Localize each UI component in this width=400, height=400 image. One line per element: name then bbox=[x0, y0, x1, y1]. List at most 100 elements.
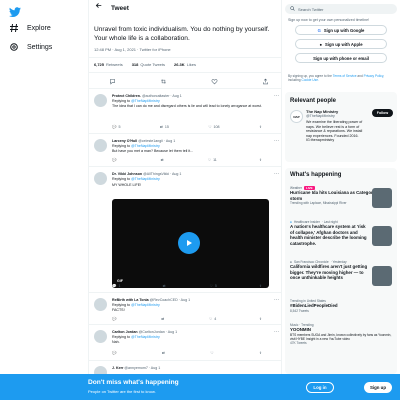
reply-action[interactable]: 💬 bbox=[112, 158, 118, 162]
author-name[interactable]: Larceny O'Hull bbox=[112, 139, 137, 143]
trend-item[interactable]: ● Healthcare Insider · Last night A nation… bbox=[290, 220, 392, 246]
reply-action[interactable]: 💬 bbox=[112, 351, 118, 355]
retweet-action[interactable]: ⇄ bbox=[162, 351, 167, 355]
reply-text: Nah. bbox=[112, 340, 120, 344]
like-action[interactable]: ♡ 5 bbox=[210, 284, 217, 288]
like-action[interactable]: ♡ bbox=[210, 351, 215, 355]
share-action[interactable]: ⇪ bbox=[259, 351, 262, 355]
retweet-icon: ⇄ bbox=[160, 158, 164, 162]
relevant-people-title: Relevant people bbox=[290, 98, 337, 104]
author-name[interactable]: Protect Children. bbox=[112, 94, 141, 98]
cookie-link[interactable]: Cookie Use. bbox=[301, 78, 318, 82]
terms-and: and bbox=[357, 74, 363, 78]
like-icon: ♡ bbox=[209, 284, 213, 288]
author-name[interactable]: ReBirth with La Tonia bbox=[112, 298, 149, 302]
login-button[interactable]: Log in bbox=[306, 382, 334, 393]
reply-tweet[interactable]: Dr. Vikki Johnson @AllThingsVikki · Aug … bbox=[89, 166, 281, 292]
gif-media[interactable]: GIF bbox=[112, 199, 269, 288]
author-handle: @CarltonJordan · Aug 1 bbox=[138, 330, 178, 334]
reply-tweet[interactable]: Protect Children. @authorcaltaster · Aug… bbox=[89, 88, 281, 133]
retweet-icon[interactable] bbox=[160, 78, 167, 87]
privacy-link[interactable]: Privacy Policy bbox=[364, 74, 384, 78]
terms-link[interactable]: Terms of Service bbox=[333, 74, 357, 78]
retweet-action[interactable]: ⇄ bbox=[163, 284, 168, 288]
share-action[interactable]: ⇪ bbox=[259, 158, 262, 162]
share-action[interactable]: ⇪ bbox=[259, 125, 262, 129]
replying-to-prefix: Replying to bbox=[112, 303, 130, 307]
reply-icon: 💬 bbox=[112, 284, 117, 288]
replying-to-link[interactable]: @TheNapMinistry bbox=[131, 99, 160, 103]
replying-to-prefix: Replying to bbox=[112, 177, 130, 181]
play-icon[interactable] bbox=[178, 232, 200, 254]
reply-actions: 💬 1 ⇄ ♡ 5 ⇪ bbox=[112, 284, 262, 288]
reply-header: J. Kerr @annyemom7 · Aug 1 bbox=[112, 366, 160, 370]
avatar[interactable] bbox=[94, 94, 107, 107]
reply-tweet[interactable]: Larceny O'Hull @celeste1angii · Aug 1 ··… bbox=[89, 133, 281, 166]
replying-to-link[interactable]: @TheNapMinistry bbox=[131, 144, 160, 148]
share-icon: ⇪ bbox=[258, 317, 262, 321]
likes-count: 26.3K bbox=[174, 62, 185, 67]
author-handle: @AllThingsVikki · Aug 1 bbox=[143, 172, 182, 176]
author-name[interactable]: J. Kerr bbox=[112, 366, 123, 370]
avatar[interactable] bbox=[94, 298, 107, 311]
twitter-logo-icon[interactable] bbox=[9, 5, 21, 17]
follow-button[interactable]: Follow bbox=[372, 109, 393, 117]
trend-sub: 8,542 Tweets bbox=[290, 308, 309, 313]
share-icon: ⇪ bbox=[258, 158, 262, 162]
quotes-stat[interactable]: 318 Quote Tweets bbox=[132, 62, 165, 67]
avatar[interactable]: NAP bbox=[290, 110, 303, 123]
reply-text: MY WHOLE LIFE! bbox=[112, 183, 142, 187]
phone-signup-label: Sign up with phone or email bbox=[313, 55, 369, 61]
trend-thumbnail bbox=[372, 266, 392, 286]
retweets-stat[interactable]: 6,725 Retweets bbox=[94, 62, 123, 67]
retweet-icon: ⇄ bbox=[162, 284, 166, 288]
page-header: Tweet bbox=[89, 0, 281, 20]
share-icon[interactable] bbox=[262, 78, 269, 87]
phone-signup-button[interactable]: Sign up with phone or email bbox=[295, 53, 387, 63]
likes-stat[interactable]: 26.3K Likes bbox=[174, 62, 196, 67]
reply-header: ReBirth with La Tonia @RevCoachCED · Aug… bbox=[112, 298, 190, 302]
trend-item[interactable]: ● San Francisco Chronicle · Yesterday Cali… bbox=[290, 260, 392, 286]
retweet-icon: ⇄ bbox=[159, 125, 163, 129]
nav-explore[interactable]: Explore bbox=[9, 21, 51, 35]
replying-to-link[interactable]: @TheNapMinistry bbox=[131, 177, 160, 181]
like-action[interactable]: ♡ 4 bbox=[209, 317, 216, 321]
reply-header: Carlton Jordan @CarltonJordan · Aug 1 bbox=[112, 330, 177, 334]
apple-signup-button[interactable]: ● Sign up with Apple bbox=[295, 39, 387, 49]
reply-tweet[interactable]: Carlton Jordan @CarltonJordan · Aug 1 ··… bbox=[89, 324, 281, 360]
reply-action[interactable]: 💬 bbox=[112, 317, 118, 321]
trend-item[interactable]: Music · Trending YOONMIN BTS members SUG… bbox=[290, 323, 392, 345]
reply-tweet[interactable]: ReBirth with La Tonia @RevCoachCED · Aug… bbox=[89, 292, 281, 324]
share-icon: ⇪ bbox=[258, 284, 262, 288]
retweet-icon: ⇄ bbox=[161, 317, 165, 321]
share-icon: ⇪ bbox=[258, 125, 262, 129]
share-action[interactable]: ⇪ bbox=[259, 284, 262, 288]
avatar[interactable] bbox=[94, 139, 107, 152]
author-name[interactable]: Carlton Jordan bbox=[112, 330, 138, 334]
retweet-action[interactable]: ⇄ bbox=[161, 317, 166, 321]
avatar[interactable] bbox=[94, 172, 107, 185]
bottom-bar-subtitle: People on Twitter are the first to know. bbox=[88, 389, 156, 394]
reply-action[interactable]: 💬 1 bbox=[112, 284, 120, 288]
trend-item[interactable]: Weather LIVE Hurricane Ida hits Louisiana… bbox=[290, 186, 392, 208]
like-action[interactable]: ♡ 108 bbox=[208, 125, 219, 129]
replying-to-link[interactable]: @TheNapMinistry bbox=[131, 335, 160, 339]
share-action[interactable]: ⇪ bbox=[259, 317, 262, 321]
trend-item[interactable]: Trending in United States #BidenLiedPeop… bbox=[290, 299, 392, 313]
back-arrow-icon[interactable] bbox=[95, 1, 102, 12]
reply-action[interactable]: 💬 5 bbox=[112, 125, 120, 129]
retweet-action[interactable]: ⇄ 15 bbox=[160, 125, 169, 129]
signup-button[interactable]: Sign up bbox=[364, 382, 392, 393]
search-input[interactable]: Search Twitter bbox=[285, 4, 397, 14]
trend-description: BTS members SUGA and Jimin, known collec… bbox=[290, 332, 392, 341]
nav-settings[interactable]: Settings bbox=[9, 40, 52, 54]
author-name[interactable]: Dr. Vikki Johnson bbox=[112, 172, 142, 176]
reply-icon[interactable] bbox=[109, 78, 116, 87]
author-handle: @RevCoachCED · Aug 1 bbox=[149, 298, 191, 302]
avatar[interactable] bbox=[94, 330, 107, 343]
replying-to-link[interactable]: @TheNapMinistry bbox=[131, 303, 160, 307]
retweet-action[interactable]: ⇄ bbox=[161, 158, 166, 162]
google-signup-button[interactable]: G Sign up with Google bbox=[295, 25, 387, 35]
like-action[interactable]: ♡ 11 bbox=[208, 158, 217, 162]
like-icon[interactable] bbox=[211, 78, 218, 87]
